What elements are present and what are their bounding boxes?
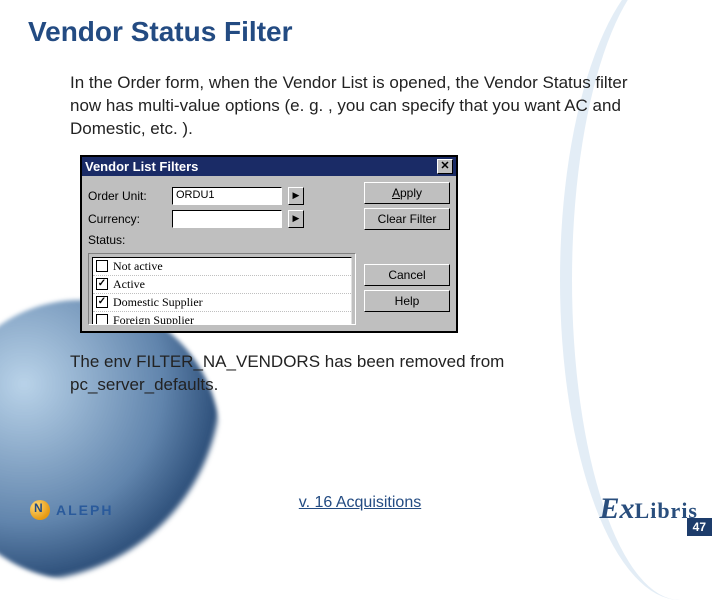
dialog-left-pane: Order Unit: ORDU1 ▶ Currency: ▶ Status: (88, 182, 356, 325)
order-unit-picker-button[interactable]: ▶ (288, 187, 304, 205)
status-item-label: Not active (113, 259, 163, 274)
order-unit-input[interactable]: ORDU1 (172, 187, 282, 205)
currency-picker-button[interactable]: ▶ (288, 210, 304, 228)
status-listbox: Not active ✓ Active ✓ Domestic Supplier (88, 253, 356, 325)
currency-row: Currency: ▶ (88, 210, 356, 228)
checkbox-icon[interactable] (96, 314, 108, 325)
dialog-title-text: Vendor List Filters (85, 159, 198, 174)
aleph-logo-text: ALEPH (56, 502, 113, 518)
slide-container: Vendor Status Filter In the Order form, … (0, 0, 720, 540)
slide-title: Vendor Status Filter (0, 0, 720, 48)
status-item-label: Foreign Supplier (113, 313, 194, 325)
dialog-close-button[interactable]: ✕ (437, 159, 453, 174)
status-item-domestic[interactable]: ✓ Domestic Supplier (93, 294, 351, 312)
help-button[interactable]: Help (364, 290, 450, 312)
status-item-not-active[interactable]: Not active (93, 258, 351, 276)
currency-input[interactable] (172, 210, 282, 228)
clear-filter-button[interactable]: Clear Filter (364, 208, 450, 230)
status-list: Not active ✓ Active ✓ Domestic Supplier (92, 257, 352, 325)
dialog-body: Order Unit: ORDU1 ▶ Currency: ▶ Status: (82, 176, 456, 331)
checkbox-icon[interactable]: ✓ (96, 278, 108, 290)
paragraph-1: In the Order form, when the Vendor List … (0, 48, 720, 141)
status-item-label: Domestic Supplier (113, 295, 203, 310)
cancel-button[interactable]: Cancel (364, 264, 450, 286)
status-item-label: Active (113, 277, 145, 292)
apply-button[interactable]: Apply (364, 182, 450, 204)
page-number: 47 (687, 518, 712, 536)
exlibris-ex: Ex (600, 492, 635, 525)
button-spacer (364, 234, 450, 260)
currency-label: Currency: (88, 212, 166, 226)
status-row-label: Status: (88, 233, 356, 247)
aleph-globe-icon (30, 500, 50, 520)
status-item-foreign[interactable]: Foreign Supplier (93, 312, 351, 325)
checkbox-icon[interactable] (96, 260, 108, 272)
aleph-logo: ALEPH (30, 500, 113, 520)
dialog-titlebar: Vendor List Filters ✕ (82, 157, 456, 176)
status-label: Status: (88, 233, 166, 247)
dialog-button-column: Apply Clear Filter Cancel Help (364, 182, 450, 325)
order-unit-row: Order Unit: ORDU1 ▶ (88, 187, 356, 205)
exlibris-logo: ExLibris (600, 492, 698, 526)
checkbox-icon[interactable]: ✓ (96, 296, 108, 308)
paragraph-2: The env FILTER_NA_VENDORS has been remov… (0, 347, 720, 397)
vendor-list-filters-dialog: Vendor List Filters ✕ Order Unit: ORDU1 … (80, 155, 458, 333)
status-item-active[interactable]: ✓ Active (93, 276, 351, 294)
order-unit-label: Order Unit: (88, 189, 166, 203)
